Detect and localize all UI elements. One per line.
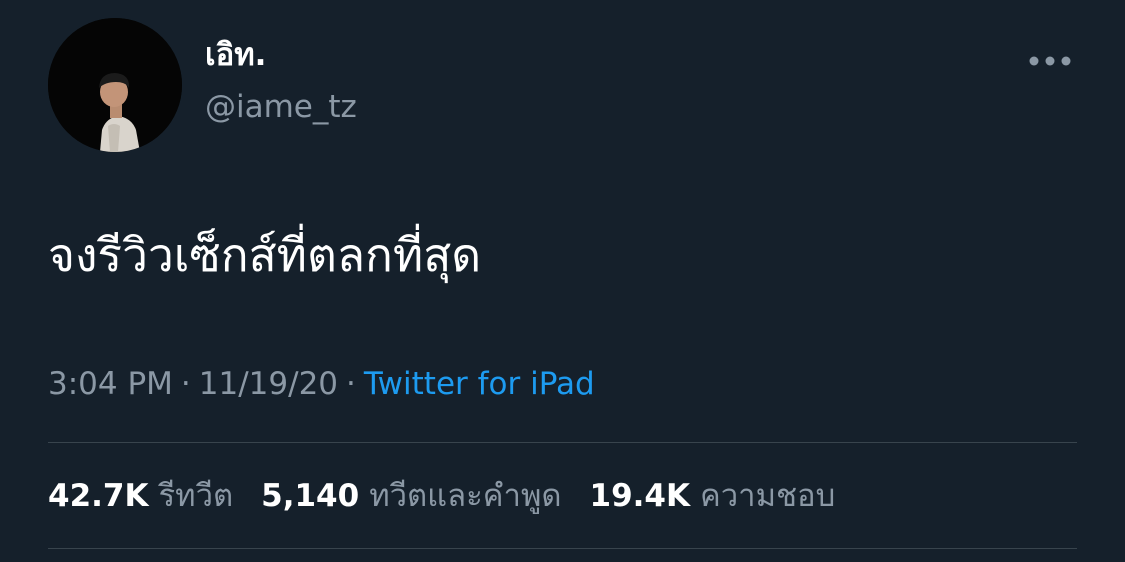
tweet-date[interactable]: 11/19/20	[199, 366, 338, 402]
user-handle[interactable]: @iame_tz	[205, 92, 357, 123]
meta-separator: ·	[346, 366, 356, 402]
more-horizontal-icon	[1029, 56, 1071, 66]
tweet-detail: เอิท. @iame_tz จงรีวิวเซ็กส์ที่ตลกที่สุด…	[0, 0, 1125, 562]
tweet-source-link[interactable]: Twitter for iPad	[364, 366, 595, 402]
likes-label: ความชอบ	[700, 478, 836, 514]
quote-tweets-count: 5,140	[261, 478, 360, 514]
likes-stat[interactable]: 19.4K ความชอบ	[590, 478, 836, 515]
retweets-count: 42.7K	[48, 478, 149, 514]
divider	[48, 442, 1077, 443]
tweet-stats: 42.7K รีทวีต 5,140 ทวีตและคำพูด 19.4K คว…	[48, 478, 863, 515]
tweet-text: จงรีวิวเซ็กส์ที่ตลกที่สุด	[48, 228, 482, 282]
quote-tweets-stat[interactable]: 5,140 ทวีตและคำพูด	[261, 478, 561, 515]
more-options-button[interactable]	[1024, 46, 1076, 76]
tweet-metadata: 3:04 PM · 11/19/20 · Twitter for iPad	[48, 366, 595, 403]
retweets-stat[interactable]: 42.7K รีทวีต	[48, 478, 233, 515]
meta-separator: ·	[180, 366, 191, 402]
divider	[48, 548, 1077, 549]
avatar-photo	[48, 18, 182, 152]
retweets-label: รีทวีต	[158, 478, 234, 514]
quote-tweets-label: ทวีตและคำพูด	[369, 478, 562, 514]
likes-count: 19.4K	[589, 478, 691, 514]
tweet-time[interactable]: 3:04 PM	[48, 366, 173, 402]
display-name[interactable]: เอิท.	[205, 40, 266, 71]
avatar[interactable]	[48, 18, 182, 152]
